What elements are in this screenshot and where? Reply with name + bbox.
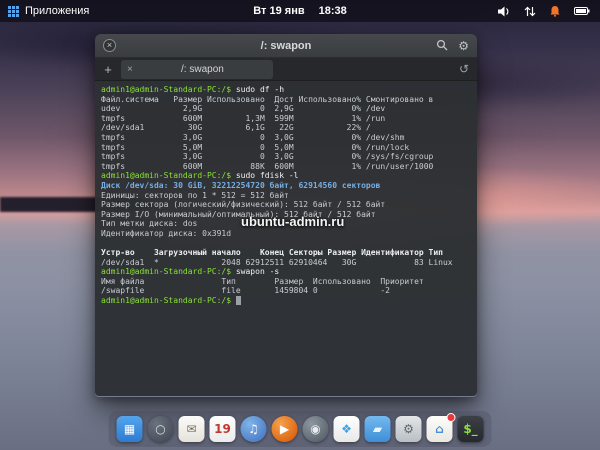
search-button[interactable]	[436, 39, 448, 53]
desktop: Приложения Вт 19 янв 18:38 × /: swapon ⚙…	[0, 0, 600, 450]
terminal-line: Файл.система Размер Использовано Дост Ис…	[101, 94, 434, 104]
terminal-line: /swapfile file 1459804 0 -2	[101, 286, 390, 296]
dock-item-music[interactable]: ♫	[240, 416, 267, 442]
terminal-line: tmpfs 600M 88K 600M 1% /run/user/1000	[101, 161, 434, 171]
terminal-window: × /: swapon ⚙ + × /: swapon ↺ ubuntu-adm…	[95, 34, 477, 397]
terminal-output[interactable]: ubuntu-admin.ru admin1@admin-Standard-PC…	[95, 81, 477, 396]
applications-grid-icon	[8, 5, 19, 17]
terminal-line: Устр-во Загрузочный начало Конец Секторы…	[101, 248, 443, 258]
volume-icon	[498, 6, 509, 16]
applications-menu[interactable]: Приложения	[0, 5, 89, 17]
clock-time: 18:38	[318, 5, 347, 17]
terminal-line: admin1@admin-Standard-PC:/$	[101, 296, 471, 306]
applications-menu-label: Приложения	[25, 5, 90, 17]
network-icon	[524, 6, 536, 16]
mail-icon: ✉	[186, 422, 197, 436]
dock-item-photos[interactable]: ❖	[333, 416, 360, 442]
terminal-line: tmpfs 3,0G 0 3,0G 0% /sys/fs/cgroup	[101, 152, 434, 162]
tab-close-icon[interactable]: ×	[127, 64, 133, 75]
top-panel: Приложения Вт 19 янв 18:38	[0, 0, 600, 22]
panel-indicators	[498, 5, 600, 17]
titlebar-actions: ⚙	[436, 39, 469, 53]
clock-date: Вт 19 янв	[253, 5, 305, 17]
terminal-line: tmpfs 600M 1,3M 599M 1% /run	[101, 113, 386, 123]
dock-item-settings[interactable]: ⚙	[395, 416, 422, 442]
terminal-line: admin1@admin-Standard-PC:/$ swapon -s	[101, 267, 280, 277]
terminal-line: Размер I/O (минимальный/оптимальный): 51…	[101, 209, 376, 219]
restore-tab-button[interactable]: ↺	[459, 62, 473, 76]
tab-swapon[interactable]: × /: swapon	[121, 59, 273, 79]
terminal-line: tmpfs 3,0G 0 3,0G 0% /dev/shm	[101, 132, 405, 142]
notifications-indicator[interactable]	[549, 5, 561, 17]
dock-item-calendar[interactable]: 19	[209, 416, 236, 442]
dock-item-browser[interactable]: ○	[147, 416, 174, 442]
network-indicator[interactable]	[524, 6, 536, 17]
new-tab-button[interactable]: +	[99, 62, 117, 77]
music-icon: ♫	[248, 422, 259, 436]
terminal-line: /dev/sda1 * 2048 62912511 62910464 30G 8…	[101, 257, 453, 267]
terminal-line: Диск /dev/sda: 30 GiB, 32212254720 байт,…	[101, 180, 381, 190]
terminal-line: Размер сектора (логический/физический): …	[101, 200, 386, 210]
terminal-line: Единицы: секторов по 1 * 512 = 512 байт	[101, 190, 289, 200]
gear-icon: ⚙	[458, 38, 469, 53]
volume-indicator[interactable]	[498, 6, 511, 17]
dock-item-files[interactable]: ▰	[364, 416, 391, 442]
appcenter-icon: ⌂	[435, 422, 444, 436]
dock-item-camera[interactable]: ◉	[302, 416, 329, 442]
dock-item-appcenter[interactable]: ⌂	[426, 413, 456, 442]
terminal-line: Имя файла Тип Размер Использовано Приори…	[101, 276, 424, 286]
panel-clock[interactable]: Вт 19 янв 18:38	[253, 5, 347, 17]
settings-icon: ⚙	[403, 422, 414, 436]
terminal-line: udev 2,9G 0 2,9G 0% /dev	[101, 104, 386, 114]
dock: ▦ ○ ✉ 19 ♫ ▶ ◉ ❖ ▰ ⚙ ⌂ $_	[108, 411, 492, 447]
window-titlebar[interactable]: × /: swapon ⚙	[95, 34, 477, 58]
tab-bar: + × /: swapon ↺	[95, 58, 477, 81]
terminal-line: Тип метки диска: dos	[101, 219, 198, 229]
videos-icon: ▶	[279, 422, 290, 436]
dock-item-terminal[interactable]: $_	[457, 416, 484, 442]
terminal-icon: $_	[463, 422, 478, 436]
multitasking-icon: ▦	[123, 422, 136, 436]
calendar-icon: 19	[214, 422, 231, 436]
settings-menu-button[interactable]: ⚙	[458, 40, 469, 52]
terminal-line: /dev/sda1 30G 6,1G 22G 22% /	[101, 123, 371, 133]
update-badge	[446, 413, 456, 422]
terminal-line: admin1@admin-Standard-PC:/$ sudo df -h	[101, 85, 285, 94]
tab-label: /: swapon	[181, 63, 224, 75]
photos-icon: ❖	[341, 422, 352, 436]
window-close-button[interactable]: ×	[103, 39, 116, 52]
browser-icon: ○	[155, 422, 166, 436]
power-indicator[interactable]	[574, 6, 590, 16]
camera-icon: ◉	[310, 422, 321, 436]
dock-item-multitasking[interactable]: ▦	[116, 416, 143, 442]
notifications-bell-icon	[550, 6, 560, 17]
files-icon: ▰	[372, 422, 383, 436]
dock-item-videos[interactable]: ▶	[271, 416, 298, 442]
terminal-line: Идентификатор диска: 0x391d	[101, 228, 232, 238]
terminal-line: admin1@admin-Standard-PC:/$ sudo fdisk -…	[101, 171, 299, 181]
window-title: /: swapon	[260, 39, 312, 52]
search-icon	[437, 39, 448, 50]
dock-item-mail[interactable]: ✉	[178, 416, 205, 442]
terminal-line: tmpfs 5,0M 0 5,0M 0% /run/lock	[101, 142, 410, 152]
battery-icon	[574, 7, 590, 15]
